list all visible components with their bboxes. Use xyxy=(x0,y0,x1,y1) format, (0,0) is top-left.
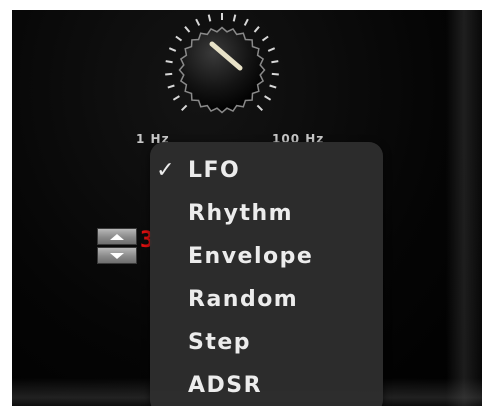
knob-tick xyxy=(261,35,269,42)
knob-tick xyxy=(271,72,279,76)
knob-tick xyxy=(165,60,173,64)
knob-tick xyxy=(271,60,279,64)
menu-item-rhythm[interactable]: Rhythm xyxy=(150,193,383,233)
triangle-up-icon xyxy=(110,233,124,240)
knob-tick xyxy=(232,14,237,22)
menu-item-label: ADSR xyxy=(188,372,263,398)
knob-tick xyxy=(256,104,264,112)
knob-tick xyxy=(165,72,173,76)
menu-item-label: Step xyxy=(188,329,252,355)
knob-tick xyxy=(184,26,191,33)
stepper-down-button[interactable] xyxy=(97,247,137,264)
knob-tick xyxy=(253,26,260,33)
menu-item-adsr[interactable]: ADSR xyxy=(150,365,383,405)
knob-tick xyxy=(267,47,276,52)
knob-tick xyxy=(195,18,201,26)
knob-tick xyxy=(264,95,272,101)
menu-item-label: LFO xyxy=(188,157,241,183)
knob-tick xyxy=(207,14,212,22)
menu-item-label: Envelope xyxy=(188,243,314,269)
knob-tick xyxy=(180,104,188,112)
knob-tick xyxy=(269,84,277,89)
menu-item-label: Rhythm xyxy=(188,200,294,226)
synth-panel: 1 Hz 100 Hz 3 ✓ LFO Rhythm Envelope Rand… xyxy=(12,10,482,406)
knob-tick xyxy=(172,95,180,101)
menu-item-lfo[interactable]: ✓ LFO xyxy=(150,150,383,190)
value-stepper xyxy=(97,228,137,266)
triangle-down-icon xyxy=(110,252,124,259)
knob-tick xyxy=(243,18,249,26)
menu-item-label: Random xyxy=(188,286,299,312)
mode-dropdown-menu: ✓ LFO Rhythm Envelope Random Step ADSR xyxy=(150,142,383,406)
menu-item-random[interactable]: Random xyxy=(150,279,383,319)
menu-item-step[interactable]: Step xyxy=(150,322,383,362)
panel-bevel-right xyxy=(446,10,482,406)
knob-tick xyxy=(168,47,177,52)
menu-item-envelope[interactable]: Envelope xyxy=(150,236,383,276)
rate-knob[interactable] xyxy=(152,10,322,140)
knob-body[interactable] xyxy=(178,26,266,114)
checkmark-icon: ✓ xyxy=(156,157,176,183)
stepper-up-button[interactable] xyxy=(97,228,137,245)
knob-tick xyxy=(167,84,175,89)
knob-tick xyxy=(175,35,183,42)
